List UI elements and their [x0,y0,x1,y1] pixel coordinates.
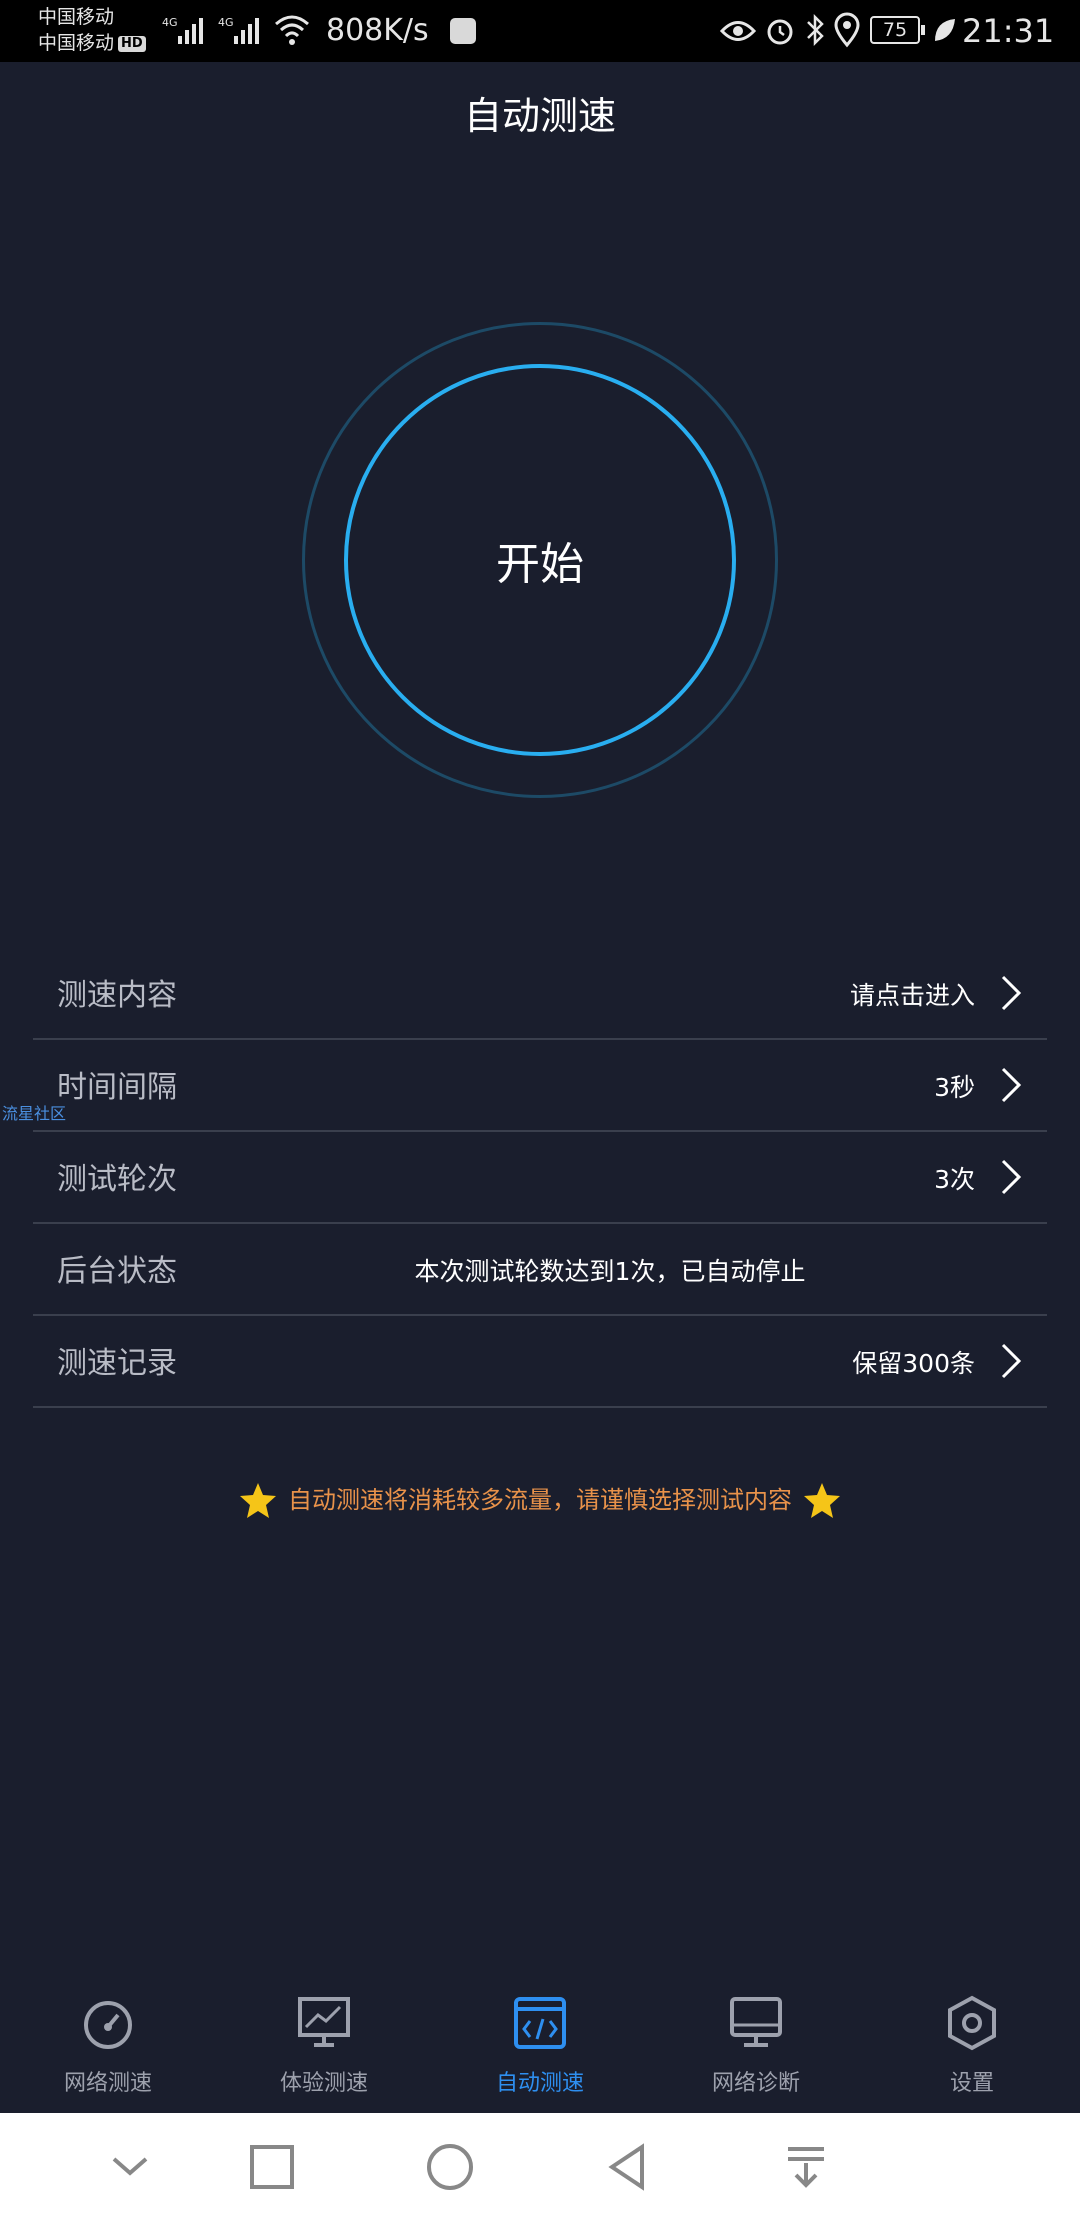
star-icon [240,1483,276,1518]
chevron-down-icon[interactable] [104,2141,156,2193]
eye-icon [720,21,756,41]
row-time-interval[interactable]: 时间间隔 3秒 [33,1040,1047,1132]
system-nav-bar [0,2113,1080,2220]
chevron-right-icon [1001,975,1022,1011]
chevron-right-icon [1001,1159,1022,1195]
signal-4g-icon: 4G [162,16,203,44]
hexagon-settings-icon [948,1995,996,2051]
signal-4g-icon: 4G [218,16,259,44]
net-speed: 808K/s [326,13,429,48]
app-notification-icon [450,18,476,44]
row-value: 保留300条 [852,1349,975,1378]
alarm-icon [767,19,793,45]
chart-monitor-icon [298,1997,350,2047]
chevron-right-icon [1001,1343,1022,1379]
tab-network-speed[interactable]: 网络测速 [0,1975,216,2113]
bluetooth-icon [807,13,824,47]
wifi-icon [275,15,309,45]
battery-indicator: 75 [870,16,925,44]
row-value: 3秒 [934,1073,975,1102]
svg-text:4G: 4G [218,16,234,29]
tab-settings[interactable]: 设置 [864,1975,1080,2113]
carrier-info: 中国移动 中国移动 HD [38,4,146,56]
leaf-icon [935,19,955,41]
back-icon[interactable] [602,2141,654,2193]
row-test-records[interactable]: 测速记录 保留300条 [33,1316,1047,1408]
row-label: 时间间隔 [57,1070,177,1105]
row-label: 测速记录 [57,1346,177,1381]
tab-label: 网络测速 [63,2071,152,2096]
tab-experience-speed[interactable]: 体验测速 [216,1975,432,2113]
settings-list: 测速内容 请点击进入 时间间隔 3秒 测试轮次 3次 后台状态 本次测试轮数达到… [33,948,1047,1408]
bottom-tab-bar: 网络测速 体验测速 自动测速 网络诊断 设置 [0,1975,1080,2113]
notice-text: 自动测速将消耗较多流量，请谨慎选择测试内容 [288,1486,792,1514]
location-icon [834,12,860,48]
row-test-rounds[interactable]: 测试轮次 3次 [33,1132,1047,1224]
status-bar: 中国移动 中国移动 HD 4G 4G 808K/s 75 21:31 [0,0,1080,62]
row-label: 测速内容 [57,978,177,1013]
start-button[interactable]: 开始 [344,364,736,756]
carrier-1: 中国移动 [38,6,115,28]
row-value: 3次 [934,1165,975,1194]
tab-label: 设置 [949,2071,994,2096]
row-value: 请点击进入 [849,981,975,1010]
tab-label: 网络诊断 [711,2071,800,2096]
carrier-2: 中国移动 [38,32,115,54]
traffic-notice: 自动测速将消耗较多流量，请谨慎选择测试内容 [0,1478,1080,1522]
page-title: 自动测速 [463,94,616,138]
desktop-icon [730,1997,782,2047]
star-icon [804,1483,840,1518]
svg-text:4G: 4G [162,16,178,29]
tab-label: 自动测速 [495,2071,584,2096]
tab-label: 体验测速 [279,2071,368,2096]
code-window-icon [514,1997,566,2049]
tab-auto-speed[interactable]: 自动测速 [432,1975,648,2113]
speedometer-icon [84,2001,132,2049]
clock: 21:31 [962,12,1055,50]
chevron-right-icon [1001,1067,1022,1103]
home-icon[interactable] [424,2141,476,2193]
row-value: 本次测试轮数达到1次，已自动停止 [414,1257,806,1286]
recent-apps-icon[interactable] [246,2141,298,2193]
hd-badge: HD [118,35,146,52]
start-label: 开始 [496,539,584,590]
notification-pulldown-icon[interactable] [780,2141,832,2193]
tab-network-diagnosis[interactable]: 网络诊断 [648,1975,864,2113]
row-background-status: 后台状态 本次测试轮数达到1次，已自动停止 [33,1224,1047,1316]
row-test-content[interactable]: 测速内容 请点击进入 [33,948,1047,1040]
row-label: 测试轮次 [57,1162,177,1197]
